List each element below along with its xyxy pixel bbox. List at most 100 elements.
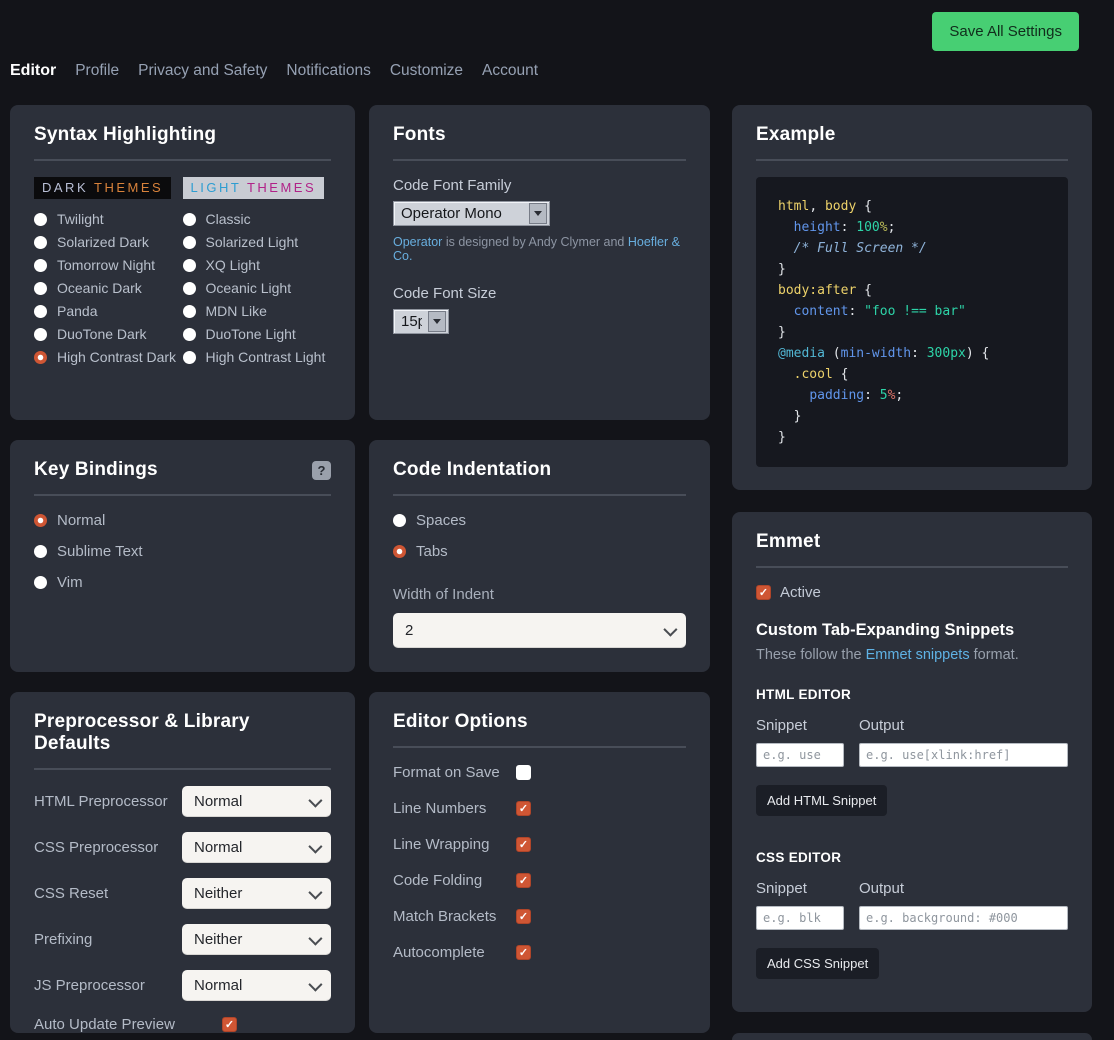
radio-option-label[interactable]: DuoTone Light — [206, 326, 296, 342]
divider — [34, 768, 331, 770]
editor-option-checkbox[interactable] — [516, 873, 531, 888]
css-snippet-input[interactable] — [756, 906, 844, 930]
preprocessor-row-label: JS Preprocessor — [34, 977, 145, 994]
radio-icon[interactable] — [183, 305, 196, 318]
radio-option[interactable]: Vim — [34, 574, 331, 591]
editor-option-checkbox[interactable] — [516, 765, 531, 780]
radio-icon[interactable] — [34, 576, 47, 589]
radio-icon[interactable] — [393, 545, 406, 558]
radio-icon[interactable] — [34, 351, 47, 364]
radio-option[interactable]: Oceanic Dark — [34, 280, 183, 296]
radio-option[interactable]: High Contrast Light — [183, 349, 332, 365]
settings-tab[interactable]: Profile — [75, 62, 119, 80]
radio-icon[interactable] — [34, 328, 47, 341]
radio-option[interactable]: Normal — [34, 512, 331, 529]
radio-icon[interactable] — [183, 236, 196, 249]
emmet-note: These follow the Emmet snippets format. — [756, 647, 1068, 663]
emmet-active-row: Active — [756, 584, 1068, 601]
radio-option-label[interactable]: High Contrast Light — [206, 349, 326, 365]
radio-option-label[interactable]: Solarized Light — [206, 234, 299, 250]
radio-option-label[interactable]: Spaces — [416, 512, 466, 529]
code-font-size-select[interactable]: 15px — [393, 309, 449, 334]
radio-option-label[interactable]: Oceanic Light — [206, 280, 292, 296]
radio-icon[interactable] — [34, 282, 47, 295]
settings-tab[interactable]: Customize — [390, 62, 463, 80]
radio-option[interactable]: Spaces — [393, 512, 686, 529]
radio-option[interactable]: MDN Like — [183, 303, 332, 319]
radio-icon[interactable] — [183, 259, 196, 272]
radio-icon[interactable] — [183, 328, 196, 341]
radio-option[interactable]: Classic — [183, 211, 332, 227]
radio-option[interactable]: Solarized Light — [183, 234, 332, 250]
radio-option-label[interactable]: MDN Like — [206, 303, 267, 319]
radio-option[interactable]: Tomorrow Night — [34, 257, 183, 273]
editor-option-checkbox[interactable] — [516, 909, 531, 924]
radio-option-label[interactable]: Tabs — [416, 543, 448, 560]
radio-icon[interactable] — [393, 514, 406, 527]
help-icon[interactable]: ? — [312, 461, 331, 480]
dark-themes-column: DARK THEMES Twilight Solarized Dark Tomo… — [34, 177, 183, 372]
editor-option-checkbox[interactable] — [516, 837, 531, 852]
emmet-active-label[interactable]: Active — [780, 584, 821, 601]
settings-tab[interactable]: Notifications — [286, 62, 370, 80]
emmet-active-checkbox[interactable] — [756, 585, 771, 600]
auto-update-preview-checkbox[interactable] — [222, 1017, 237, 1032]
radio-option-label[interactable]: Solarized Dark — [57, 234, 149, 250]
divider — [756, 566, 1068, 568]
radio-option-label[interactable]: DuoTone Dark — [57, 326, 147, 342]
radio-option[interactable]: High Contrast Dark — [34, 349, 183, 365]
radio-icon[interactable] — [34, 545, 47, 558]
preprocessor-select[interactable]: Normal — [182, 832, 331, 863]
radio-option-label[interactable]: Sublime Text — [57, 543, 143, 560]
radio-icon[interactable] — [34, 259, 47, 272]
preprocessor-row-label: CSS Preprocessor — [34, 839, 158, 856]
radio-option-label[interactable]: Normal — [57, 512, 105, 529]
settings-tab[interactable]: Editor — [10, 62, 56, 80]
radio-option[interactable]: Tabs — [393, 543, 686, 560]
add-html-snippet-button[interactable]: Add HTML Snippet — [756, 785, 887, 816]
html-snippet-input[interactable] — [756, 743, 844, 767]
radio-option[interactable]: DuoTone Light — [183, 326, 332, 342]
settings-tab[interactable]: Account — [482, 62, 538, 80]
preprocessor-select[interactable]: Normal — [182, 786, 331, 817]
radio-option-label[interactable]: XQ Light — [206, 257, 260, 273]
width-of-indent-select[interactable]: 2 — [393, 613, 686, 648]
editor-options-panel: Editor Options Format on Save Line Numbe… — [369, 692, 710, 1033]
radio-icon[interactable] — [34, 305, 47, 318]
divider — [34, 494, 331, 496]
editor-option-checkbox[interactable] — [516, 945, 531, 960]
settings-tab[interactable]: Privacy and Safety — [138, 62, 267, 80]
radio-icon[interactable] — [183, 213, 196, 226]
radio-option-label[interactable]: Twilight — [57, 211, 104, 227]
preprocessor-select[interactable]: Neither — [182, 878, 331, 909]
radio-icon[interactable] — [183, 351, 196, 364]
radio-option[interactable]: Sublime Text — [34, 543, 331, 560]
css-output-input[interactable] — [859, 906, 1068, 930]
radio-icon[interactable] — [34, 236, 47, 249]
operator-link[interactable]: Operator — [393, 235, 442, 249]
divider — [393, 494, 686, 496]
radio-option[interactable]: Panda — [34, 303, 183, 319]
emmet-snippets-link[interactable]: Emmet snippets — [866, 647, 970, 663]
save-all-settings-button[interactable]: Save All Settings — [932, 12, 1079, 51]
radio-option[interactable]: XQ Light — [183, 257, 332, 273]
preprocessor-select[interactable]: Neither — [182, 924, 331, 955]
radio-option-label[interactable]: Classic — [206, 211, 251, 227]
radio-option[interactable]: Twilight — [34, 211, 183, 227]
radio-icon[interactable] — [34, 213, 47, 226]
radio-option[interactable]: Solarized Dark — [34, 234, 183, 250]
html-output-input[interactable] — [859, 743, 1068, 767]
radio-option[interactable]: Oceanic Light — [183, 280, 332, 296]
radio-option[interactable]: DuoTone Dark — [34, 326, 183, 342]
radio-option-label[interactable]: Oceanic Dark — [57, 280, 142, 296]
add-css-snippet-button[interactable]: Add CSS Snippet — [756, 948, 879, 979]
radio-option-label[interactable]: High Contrast Dark — [57, 349, 176, 365]
radio-option-label[interactable]: Tomorrow Night — [57, 257, 155, 273]
preprocessor-select[interactable]: Normal — [182, 970, 331, 1001]
editor-option-checkbox[interactable] — [516, 801, 531, 816]
radio-option-label[interactable]: Vim — [57, 574, 83, 591]
radio-icon[interactable] — [183, 282, 196, 295]
radio-option-label[interactable]: Panda — [57, 303, 97, 319]
code-font-family-select[interactable]: Operator Mono — [393, 201, 550, 226]
radio-icon[interactable] — [34, 514, 47, 527]
